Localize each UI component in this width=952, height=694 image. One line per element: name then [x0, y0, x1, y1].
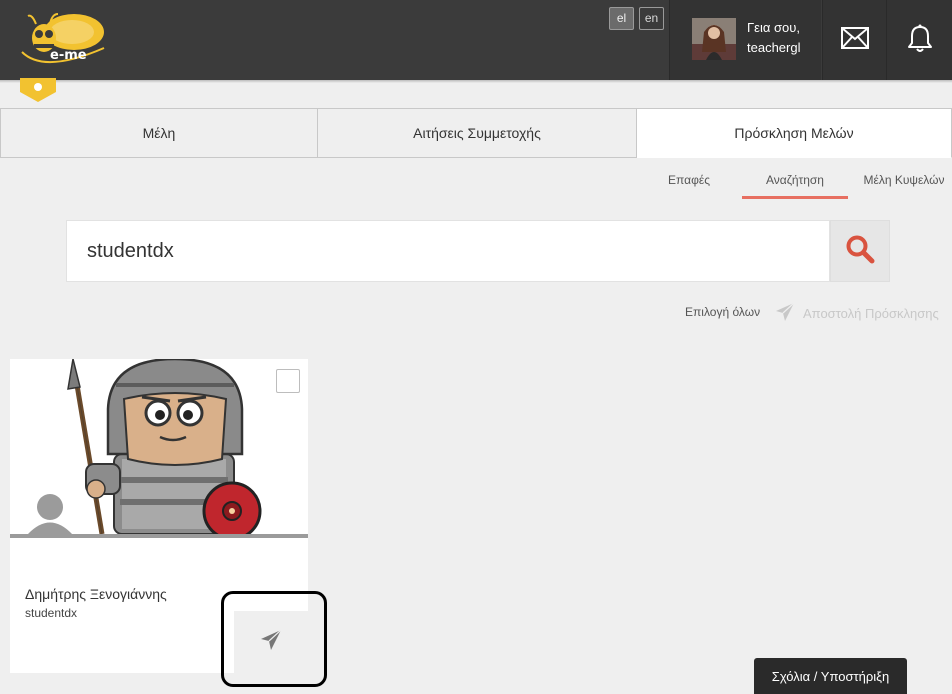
member-card: Δημήτρης Ξενογιάννης studentdx [10, 359, 308, 673]
top-header: e-me el en Γεια σου, teachergl [0, 0, 952, 80]
member-name: Δημήτρης Ξενογιάννης [25, 586, 167, 602]
paper-plane-icon [259, 628, 283, 657]
send-invitation-label: Αποστολή Πρόσκλησης [803, 306, 939, 321]
hexagon-badge-icon[interactable] [20, 78, 56, 102]
search-input[interactable] [67, 221, 829, 281]
messages-button[interactable] [822, 0, 886, 80]
tab-join-requests[interactable]: Αιτήσεις Συμμετοχής [318, 108, 637, 158]
subtab-search[interactable]: Αναζήτηση [742, 173, 848, 187]
notifications-button[interactable] [886, 0, 952, 80]
bell-icon [907, 24, 933, 57]
language-en-button[interactable]: en [639, 7, 664, 30]
language-el-button[interactable]: el [609, 7, 634, 30]
search-box [66, 220, 830, 282]
member-username: studentdx [25, 606, 78, 620]
select-all-link[interactable]: Επιλογή όλων [685, 305, 760, 319]
member-card-divider [10, 534, 308, 538]
tab-members[interactable]: Μέλη [0, 108, 318, 158]
bee-logo-icon[interactable]: e-me [14, 8, 114, 72]
send-invitation-button[interactable]: Αποστολή Πρόσκλησης [775, 302, 939, 325]
subtab-hive-members[interactable]: Μέλη Κυψελών [856, 173, 952, 187]
avatar [692, 18, 736, 60]
tab-invite-members[interactable]: Πρόσκληση Μελών [637, 108, 952, 158]
feedback-support-button[interactable]: Σχόλια / Υποστήριξη [754, 658, 907, 694]
user-greeting: Γεια σου, teachergl [747, 18, 800, 58]
send-invite-member-button[interactable] [234, 611, 308, 673]
main-tabs: Μέλη Αιτήσεις Συμμετοχής Πρόσκληση Μελών [0, 108, 952, 158]
logo-text: e-me [50, 48, 87, 63]
search-button[interactable] [830, 220, 890, 282]
active-subtab-indicator [742, 196, 848, 199]
search-icon [845, 234, 875, 269]
envelope-icon [840, 26, 869, 54]
member-select-checkbox[interactable] [276, 369, 300, 393]
header-shadow [0, 80, 952, 83]
greeting-line: Γεια σου, [747, 20, 800, 35]
user-menu[interactable]: Γεια σου, teachergl [669, 0, 821, 80]
subtab-contacts[interactable]: Επαφές [660, 173, 718, 187]
paper-plane-icon [775, 302, 795, 325]
member-card-image [10, 359, 308, 534]
username-label: teachergl [747, 40, 801, 55]
